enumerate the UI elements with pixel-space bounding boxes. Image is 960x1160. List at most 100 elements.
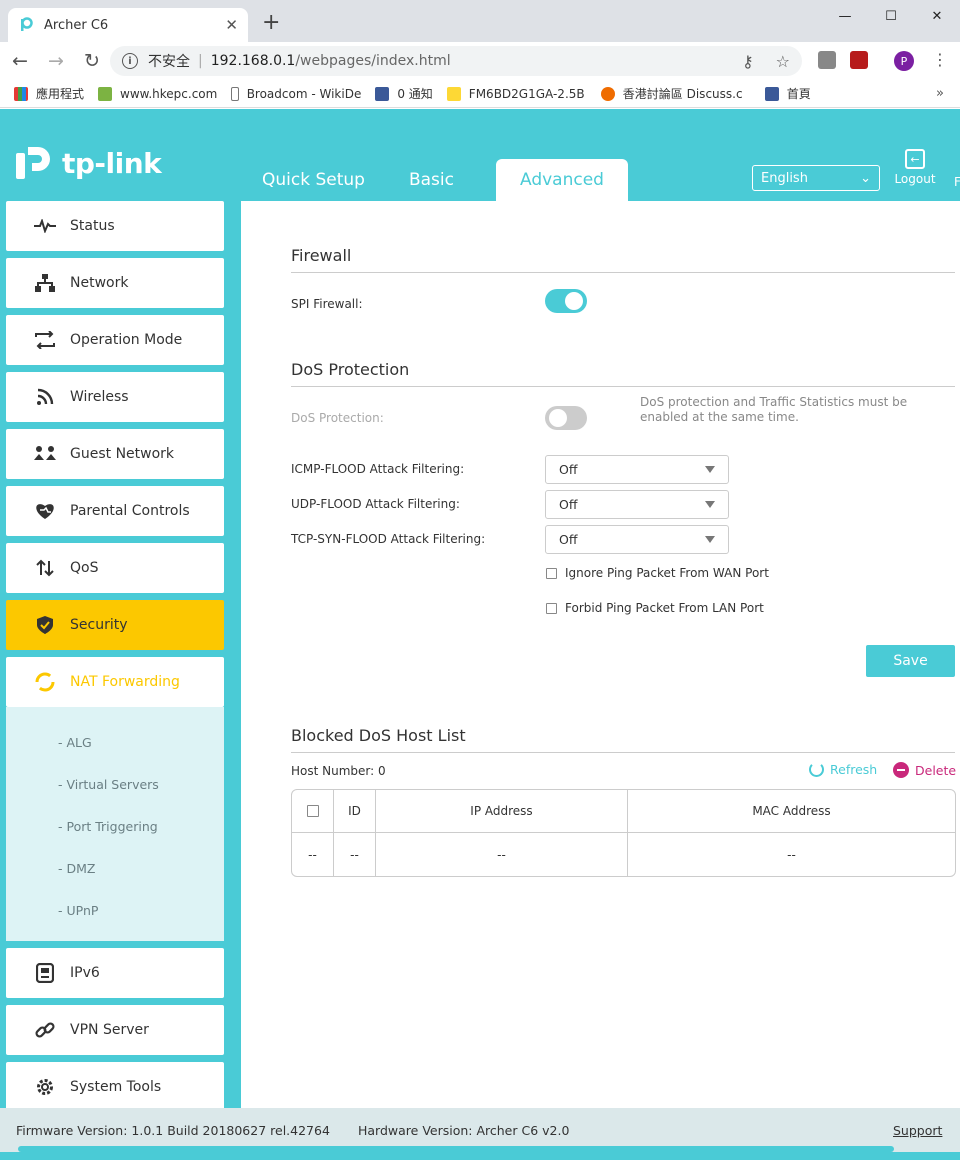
link-icon	[34, 1019, 56, 1041]
refresh-icon	[809, 762, 824, 777]
tab-quick-setup[interactable]: Quick Setup	[240, 159, 387, 201]
sidebar-item-guest-network[interactable]: Guest Network	[6, 429, 224, 479]
col-ip-address: IP Address	[376, 790, 628, 832]
reboot-button-cut[interactable]: F	[954, 175, 960, 189]
bookmark-hkepc[interactable]: www.hkepc.com	[98, 86, 217, 101]
new-tab-button[interactable]: +	[262, 12, 280, 34]
star-icon[interactable]: ☆	[776, 52, 790, 71]
sidebar-item-parental-controls[interactable]: Parental Controls	[6, 486, 224, 536]
sidebar-item-label: NAT Forwarding	[70, 674, 180, 690]
chevron-down-icon: ⌄	[860, 170, 871, 186]
close-tab-icon[interactable]: ✕	[225, 16, 238, 34]
tplink-favicon-icon	[18, 17, 34, 33]
bookmark-discuss[interactable]: 香港討論區 Discuss.c	[600, 85, 751, 102]
toggle-knob	[549, 409, 567, 427]
tab-basic[interactable]: Basic	[387, 159, 476, 201]
bookmark-apps[interactable]: 應用程式	[14, 85, 84, 102]
blocked-host-table: ID IP Address MAC Address -- -- -- --	[291, 789, 956, 877]
udp-flood-select[interactable]: Off	[545, 490, 729, 519]
forward-icon[interactable]: →	[40, 45, 72, 77]
icmp-flood-label: ICMP-FLOOD Attack Filtering:	[291, 462, 465, 476]
bookmarks-overflow-icon[interactable]: »	[936, 86, 944, 101]
table-row: -- -- -- --	[292, 833, 955, 876]
address-host: 192.168.0.1	[210, 53, 296, 69]
sidebar-item-nat-forwarding[interactable]: NAT Forwarding	[6, 657, 224, 707]
logout-button[interactable]: ← Logout	[893, 149, 937, 186]
main-content: Firewall SPI Firewall: DoS Protection Do…	[241, 201, 960, 1108]
sidebar-item-label: Wireless	[70, 389, 129, 405]
close-window-icon[interactable]: ✕	[914, 4, 960, 28]
refresh-button[interactable]: Refresh	[809, 762, 877, 777]
profile-avatar[interactable]: P	[894, 51, 914, 71]
browser-toolbar: ← → ↻ i 不安全 | 192.168.0.1 /webpages/inde…	[0, 42, 960, 80]
dos-protection-toggle[interactable]	[545, 406, 587, 430]
spi-firewall-toggle[interactable]	[545, 289, 587, 313]
sidebar-item-network[interactable]: Network	[6, 258, 224, 308]
bookmark-broadcom[interactable]: Broadcom - WikiDe	[231, 86, 361, 101]
minimize-icon[interactable]: —	[822, 4, 868, 28]
submenu-item-virtual-servers[interactable]: - Virtual Servers	[6, 763, 224, 805]
sidebar-item-label: System Tools	[70, 1079, 162, 1095]
updown-arrows-icon	[34, 557, 56, 579]
ipv6-document-icon	[34, 962, 56, 984]
submenu-item-dmz[interactable]: - DMZ	[6, 847, 224, 889]
sidebar-item-security[interactable]: Security	[6, 600, 224, 650]
select-all-checkbox[interactable]	[306, 805, 319, 817]
gear-icon	[34, 1076, 56, 1098]
submenu-item-port-triggering[interactable]: - Port Triggering	[6, 805, 224, 847]
sidebar-item-label: Operation Mode	[70, 332, 183, 348]
sidebar-item-operation-mode[interactable]: Operation Mode	[6, 315, 224, 365]
address-bar[interactable]: i 不安全 | 192.168.0.1 /webpages/index.html…	[110, 46, 802, 76]
udp-flood-label: UDP-FLOOD Attack Filtering:	[291, 497, 460, 511]
guest-users-icon	[34, 443, 56, 465]
tcp-syn-flood-select[interactable]: Off	[545, 525, 729, 554]
tplink-logo: tp-link	[8, 139, 162, 187]
sidebar-item-status[interactable]: Status	[6, 201, 224, 251]
firmware-version: Firmware Version: 1.0.1 Build 20180627 r…	[16, 1123, 330, 1138]
sidebar-item-ipv6[interactable]: IPv6	[6, 948, 224, 998]
back-icon[interactable]: ←	[4, 45, 36, 77]
dos-note: DoS protection and Traffic Statistics mu…	[640, 395, 908, 424]
key-icon[interactable]: ⚷	[742, 52, 754, 71]
sidebar-item-label: VPN Server	[70, 1022, 149, 1038]
support-link[interactable]: Support	[893, 1123, 942, 1138]
delete-icon	[893, 762, 909, 778]
browser-tab[interactable]: Archer C6 ✕	[8, 8, 248, 42]
sidebar-item-label: Guest Network	[70, 446, 175, 462]
submenu-item-alg[interactable]: - ALG	[6, 721, 224, 763]
select-value: Off	[559, 497, 578, 512]
logout-label: Logout	[894, 172, 936, 186]
submenu-item-upnp[interactable]: - UPnP	[6, 889, 224, 931]
forbid-ping-checkbox[interactable]: Forbid Ping Packet From LAN Port	[546, 601, 764, 615]
network-tree-icon	[34, 272, 56, 294]
icmp-flood-select[interactable]: Off	[545, 455, 729, 484]
pdf-extension-icon[interactable]	[850, 51, 868, 69]
sidebar-item-qos[interactable]: QoS	[6, 543, 224, 593]
sidebar-item-wireless[interactable]: Wireless	[6, 372, 224, 422]
address-separator: |	[198, 53, 203, 69]
bookmark-notifications[interactable]: 0 通知	[375, 85, 433, 102]
bookmarks-bar: 應用程式 www.hkepc.com Broadcom - WikiDe 0 通…	[0, 80, 960, 108]
info-icon[interactable]: i	[122, 53, 138, 69]
maximize-icon[interactable]: ☐	[868, 4, 914, 28]
bookmark-home[interactable]: 首頁	[764, 85, 811, 102]
reload-icon[interactable]: ↻	[76, 45, 108, 77]
facebook-icon	[764, 86, 779, 101]
sidebar-item-system-tools[interactable]: System Tools	[6, 1062, 224, 1112]
horizontal-scrollbar[interactable]	[18, 1146, 894, 1152]
tab-advanced[interactable]: Advanced	[495, 159, 628, 201]
dos-protection-label: DoS Protection:	[291, 411, 384, 425]
bookmark-fm6bd[interactable]: FM6BD2G1GA-2.5B	[446, 86, 587, 101]
save-button[interactable]: Save	[866, 645, 955, 677]
menu-kebab-icon[interactable]: ⋮	[932, 50, 948, 69]
sidebar-item-vpn-server[interactable]: VPN Server	[6, 1005, 224, 1055]
language-select[interactable]: English ⌄	[752, 165, 880, 191]
delete-button[interactable]: Delete	[893, 762, 956, 778]
logo-text: tp-link	[62, 146, 162, 180]
ignore-ping-checkbox[interactable]: Ignore Ping Packet From WAN Port	[546, 566, 769, 580]
checkbox-box[interactable]	[546, 602, 557, 614]
sidebar-item-label: Network	[70, 275, 129, 291]
apps-grid-icon	[14, 86, 28, 101]
checkbox-box[interactable]	[546, 567, 557, 579]
extension-s-icon[interactable]	[818, 51, 836, 69]
